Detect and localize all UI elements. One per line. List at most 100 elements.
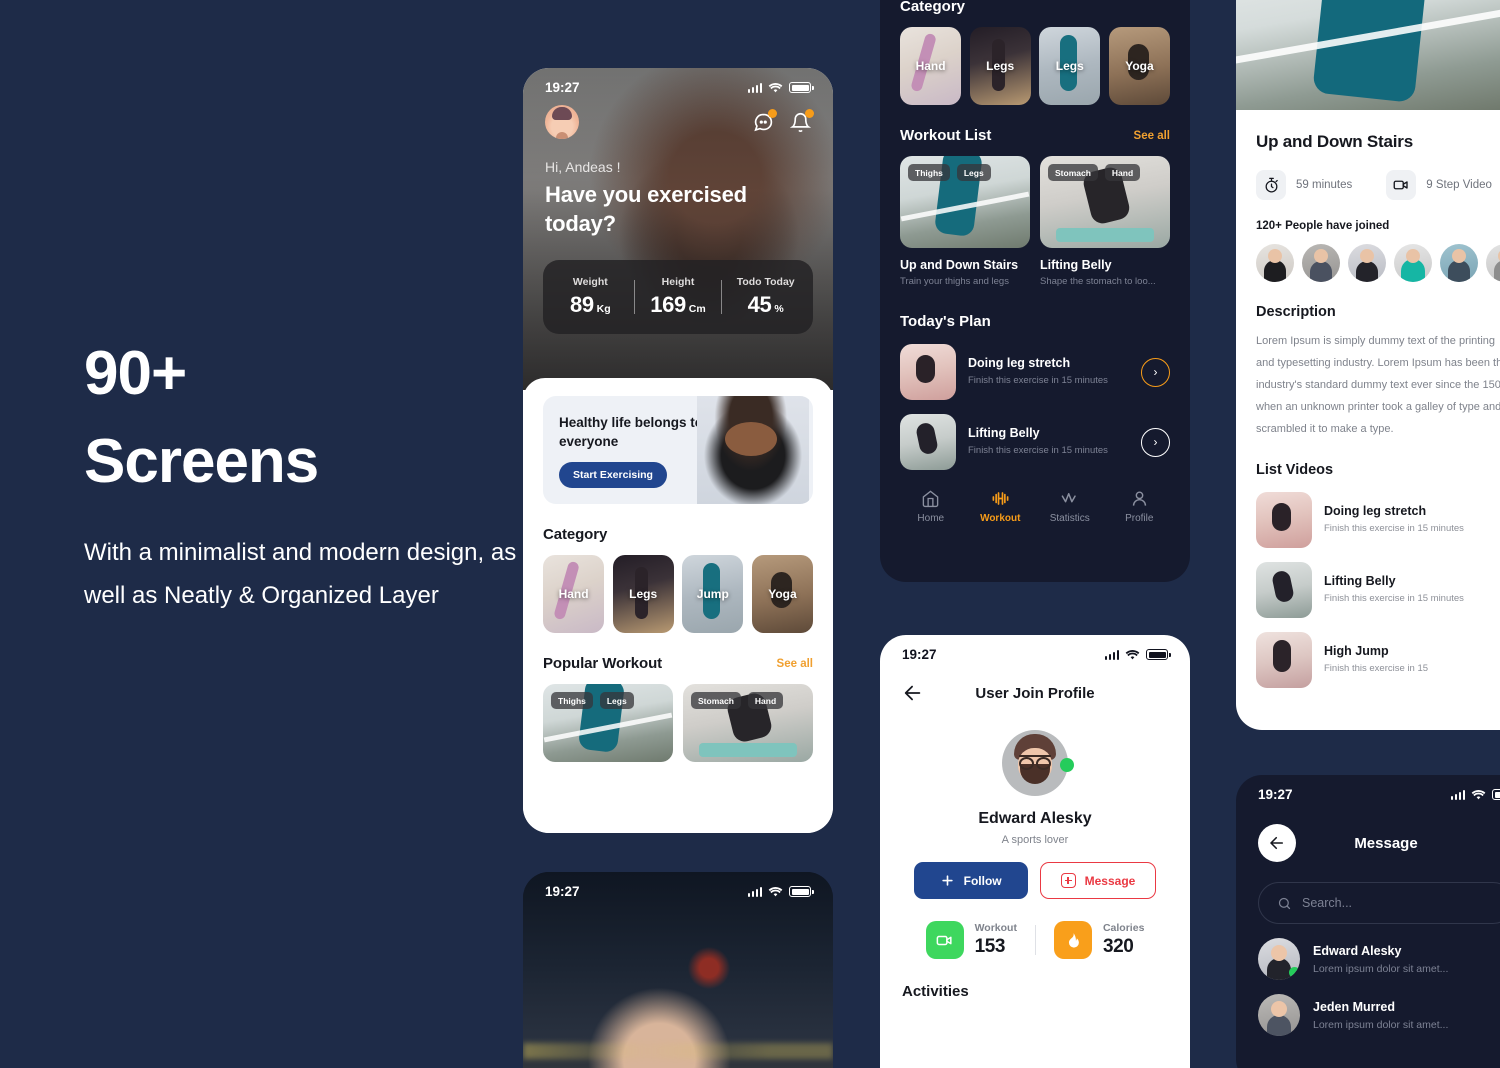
promo-banner[interactable]: Healthy life belongs to everyone Start E… <box>543 396 813 504</box>
description-title: Description <box>1256 304 1336 320</box>
video-item[interactable]: Doing leg stretch Finish this exercise i… <box>1256 492 1500 548</box>
promo-headline-line2: Screens <box>84 427 319 497</box>
category-card-legs[interactable]: Legs <box>612 555 674 633</box>
category-card-yoga[interactable]: Yoga <box>1108 27 1170 105</box>
workout-card[interactable]: Stomach Hand <box>683 684 813 762</box>
stat-calories: Calories 320 <box>1053 921 1145 959</box>
start-exercising-button[interactable]: Start Exercising <box>559 462 667 489</box>
stat-weight: Weight 89 Kg <box>547 276 634 318</box>
workout-thumbnail: Thighs Legs <box>543 684 673 762</box>
chevron-right-icon[interactable]: › <box>1141 357 1170 387</box>
signal-icon <box>747 82 762 93</box>
tag: Hand <box>1104 164 1141 181</box>
phone-home-screen: 19:27 Hi, Andeas ! Have you exercised to… <box>523 68 833 833</box>
tag-group: Stomach Hand <box>1048 164 1162 181</box>
video-sub: Finish this exercise in 15 minutes <box>1324 522 1464 534</box>
detail-meta: 59 minutes 9 Step Video <box>1256 170 1500 200</box>
follow-button[interactable]: Follow <box>913 862 1028 899</box>
phone-workout-screen: Category Hand Legs Legs Yoga Workout Lis… <box>880 0 1190 582</box>
notification-bell-icon[interactable] <box>790 108 814 133</box>
workout-category-section: Category Hand Legs Legs Yoga Workout Lis… <box>880 0 1190 470</box>
home-icon <box>896 488 966 508</box>
stat-todo: Todo Today 45% <box>722 276 809 318</box>
flame-icon <box>1053 921 1092 959</box>
video-item[interactable]: Lifting Belly Finish this exercise in 15… <box>1256 562 1500 618</box>
stat-label: Calories <box>1102 922 1145 934</box>
video-thumbnail <box>1256 632 1312 688</box>
tag: Hand <box>747 692 784 709</box>
list-videos-title: List Videos <box>1256 462 1334 478</box>
category-card-legs[interactable]: Legs <box>969 27 1031 105</box>
notification-badge <box>805 108 814 118</box>
popular-workout-list: Thighs Legs Stomach Hand <box>543 684 813 762</box>
profile-bio: A sports lover <box>1001 834 1069 846</box>
workout-thumbnail: Stomach Hand <box>683 684 813 762</box>
battery-icon <box>1492 789 1500 800</box>
signal-icon <box>1104 649 1119 660</box>
greeting-text: Hi, Andeas ! <box>545 159 621 175</box>
category-card-legs2[interactable]: Legs <box>1039 27 1101 105</box>
see-all-link[interactable]: See all <box>1134 130 1170 142</box>
wifi-icon <box>768 886 783 896</box>
promo-headline: 90+ Screens <box>84 330 524 506</box>
tag-group: Thighs Legs <box>551 692 665 709</box>
stat-value: 45% <box>722 292 809 318</box>
status-time: 19:27 <box>902 647 937 662</box>
bottom-tab-bar: Home Workout Statistics Profile <box>880 488 1190 538</box>
category-card-hand[interactable]: Hand <box>543 555 605 633</box>
plan-item[interactable]: Lifting Belly Finish this exercise in 15… <box>900 414 1170 470</box>
conversation-text: Edward Alesky Lorem ipsum dolor sit amet… <box>1313 944 1500 975</box>
battery-icon <box>1146 649 1171 660</box>
statistics-icon <box>1035 488 1105 508</box>
messages-icon[interactable] <box>753 108 777 133</box>
poster-stage: 90+ Screens With a minimalist and modern… <box>0 0 1500 1068</box>
chevron-right-icon[interactable]: › <box>1141 427 1170 457</box>
conversation-item[interactable]: Jeden Murred Lorem ipsum dolor sit amet.… <box>1236 980 1500 1036</box>
conversation-item[interactable]: Edward Alesky Lorem ipsum dolor sit amet… <box>1236 924 1500 980</box>
page-title: User Join Profile <box>975 684 1095 702</box>
workout-desc: Train your thighs and legs <box>900 276 1009 287</box>
wifi-icon <box>1125 649 1140 659</box>
promo-headline-line1: 90+ <box>84 339 187 408</box>
see-all-link[interactable]: See all <box>777 658 813 670</box>
avatar <box>1394 244 1432 282</box>
tab-statistics[interactable]: Statistics <box>1035 488 1105 524</box>
detail-hero-image <box>1236 0 1500 110</box>
search-input[interactable]: Search... <box>1258 882 1500 924</box>
workout-card[interactable]: Thighs Legs Up and Down Stairs Train you… <box>900 156 1030 287</box>
tab-home[interactable]: Home <box>896 488 966 524</box>
workout-card[interactable]: Thighs Legs <box>543 684 673 762</box>
message-button[interactable]: Message <box>1039 862 1157 899</box>
plan-name: Lifting Belly <box>968 425 1040 440</box>
avatar <box>1256 244 1294 282</box>
category-list: Hand Legs Legs Yoga <box>900 27 1170 105</box>
profile-navbar: User Join Profile <box>880 666 1190 704</box>
category-card-yoga[interactable]: Yoga <box>751 555 813 633</box>
status-icons <box>1450 789 1500 801</box>
tab-workout[interactable]: Workout <box>966 488 1036 524</box>
meta-text: 59 minutes <box>1296 179 1353 191</box>
tag: Stomach <box>1048 164 1098 181</box>
conversation-text: Jeden Murred Lorem ipsum dolor sit amet.… <box>1313 1000 1500 1031</box>
video-thumbnail <box>1256 562 1312 618</box>
stat-number: 89 <box>570 292 594 318</box>
status-icons <box>1104 649 1171 661</box>
stopwatch-icon <box>1256 170 1286 200</box>
stat-label: Weight <box>572 276 608 289</box>
category-label: Yoga <box>768 587 797 601</box>
avatar[interactable] <box>545 105 579 139</box>
avatar <box>1002 730 1068 796</box>
stat-label: Height <box>661 276 695 289</box>
avatar <box>1258 994 1300 1036</box>
tab-profile[interactable]: Profile <box>1105 488 1175 524</box>
video-item[interactable]: High Jump Finish this exercise in 15 <box>1256 632 1500 688</box>
workout-list: Thighs Legs Up and Down Stairs Train you… <box>900 156 1170 287</box>
category-card-jump[interactable]: Jump <box>682 555 744 633</box>
banner-illustration <box>697 396 809 504</box>
divider <box>1034 925 1036 955</box>
plan-item[interactable]: Doing leg stretch Finish this exercise i… <box>900 344 1170 400</box>
stat-unit: Kg <box>596 303 611 316</box>
category-card-hand[interactable]: Hand <box>900 27 962 105</box>
workout-card[interactable]: Stomach Hand Lifting Belly Shape the sto… <box>1040 156 1170 287</box>
message-plus-icon <box>1060 873 1076 888</box>
